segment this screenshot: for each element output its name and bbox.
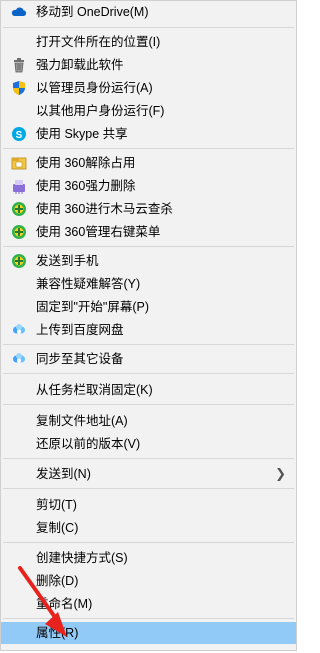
menu-item-label: 以管理员身份运行(A) (36, 81, 153, 95)
menu-separator (3, 27, 294, 28)
skype-icon: S (12, 127, 26, 141)
admin-shield-icon (13, 81, 25, 95)
menu-item-rename[interactable]: 重命名(M) (1, 593, 296, 615)
menu-item-label: 剪切(T) (36, 498, 77, 512)
menu-item-label: 重命名(M) (36, 597, 93, 611)
menu-item-label: 兼容性疑难解答(Y) (36, 277, 141, 291)
menu-item-label: 发送到(N) (36, 467, 91, 481)
menu-item-force-uninstall[interactable]: 强力卸载此软件 (1, 54, 296, 76)
menu-item-label: 强力卸载此软件 (36, 58, 124, 72)
menu-item-run-as-admin[interactable]: 以管理员身份运行(A) (1, 77, 296, 99)
menu-item-unpin-taskbar[interactable]: 从任务栏取消固定(K) (1, 379, 296, 401)
menu-separator (3, 458, 294, 459)
menu-item-label: 创建快捷方式(S) (36, 551, 128, 565)
menu-separator (3, 542, 294, 543)
menu-item-label: 使用 360强力删除 (36, 179, 136, 193)
360-shred-icon (13, 180, 25, 194)
menu-separator (3, 344, 294, 345)
menu-item-sync-device[interactable]: 同步至其它设备 (1, 348, 296, 370)
menu-item-skype-share[interactable]: S 使用 Skype 共享 (1, 123, 296, 145)
menu-item-cut[interactable]: 剪切(T) (1, 494, 296, 516)
baidu-netdisk-icon (13, 324, 25, 334)
menu-item-label: 使用 360管理右键菜单 (36, 225, 161, 239)
menu-item-move-to-onedrive[interactable]: 移动到 OneDrive(M) (1, 1, 296, 23)
menu-item-label: 移动到 OneDrive(M) (36, 5, 149, 19)
menu-item-360-unlock[interactable]: 使用 360解除占用 (1, 152, 296, 174)
uninstall-trash-icon (14, 58, 24, 73)
menu-item-label: 复制(C) (36, 521, 79, 535)
menu-item-label: 发送到手机 (36, 254, 99, 268)
menu-item-pin-to-start[interactable]: 固定到"开始"屏幕(P) (1, 296, 296, 318)
menu-item-label: 使用 Skype 共享 (36, 127, 128, 141)
menu-item-send-to-phone[interactable]: 发送到手机 (1, 250, 296, 272)
menu-item-copy-path[interactable]: 复制文件地址(A) (1, 410, 296, 432)
menu-item-run-as-other-user[interactable]: 以其他用户身份运行(F) (1, 100, 296, 122)
menu-separator (3, 148, 294, 149)
menu-item-label: 从任务栏取消固定(K) (36, 383, 153, 397)
menu-item-label: 以其他用户身份运行(F) (36, 104, 165, 118)
chevron-right-icon: ❯ (275, 466, 286, 481)
menu-item-360-trojan-scan[interactable]: 使用 360进行木马云查杀 (1, 198, 296, 220)
360-antivirus-icon (12, 225, 26, 239)
360-antivirus-icon (12, 202, 26, 216)
menu-item-360-shred[interactable]: 使用 360强力删除 (1, 175, 296, 197)
menu-item-label: 上传到百度网盘 (36, 323, 124, 337)
menu-item-open-file-location[interactable]: 打开文件所在的位置(I) (1, 31, 296, 53)
menu-item-label: 使用 360解除占用 (36, 156, 136, 170)
menu-item-label: 固定到"开始"屏幕(P) (36, 300, 150, 314)
svg-text:S: S (16, 130, 23, 141)
menu-item-create-shortcut[interactable]: 创建快捷方式(S) (1, 547, 296, 569)
menu-item-properties[interactable]: 属性(R) (1, 622, 296, 644)
menu-separator (3, 488, 294, 489)
context-menu: 移动到 OneDrive(M) 打开文件所在的位置(I) 强力卸载此软件 以管理… (0, 0, 297, 651)
menu-item-delete[interactable]: 删除(D) (1, 570, 296, 592)
menu-item-label: 使用 360进行木马云查杀 (36, 202, 173, 216)
menu-separator (3, 246, 294, 247)
onedrive-cloud-icon (11, 7, 27, 17)
menu-item-label: 属性(R) (36, 626, 79, 640)
menu-item-360-manage-menu[interactable]: 使用 360管理右键菜单 (1, 221, 296, 243)
menu-item-upload-baidu[interactable]: 上传到百度网盘 (1, 319, 296, 341)
menu-separator (3, 618, 294, 619)
menu-item-label: 还原以前的版本(V) (36, 437, 141, 451)
menu-item-restore-versions[interactable]: 还原以前的版本(V) (1, 433, 296, 455)
menu-item-label: 打开文件所在的位置(I) (36, 35, 161, 49)
menu-separator (3, 373, 294, 374)
menu-item-compatibility[interactable]: 兼容性疑难解答(Y) (1, 273, 296, 295)
menu-item-copy[interactable]: 复制(C) (1, 517, 296, 539)
menu-item-label: 删除(D) (36, 574, 79, 588)
menu-item-send-to[interactable]: 发送到(N) ❯ (1, 463, 296, 485)
360-antivirus-icon (12, 254, 26, 268)
menu-separator (3, 404, 294, 405)
menu-item-label: 同步至其它设备 (36, 352, 124, 366)
menu-item-label: 复制文件地址(A) (36, 414, 128, 428)
360-unlock-icon (11, 157, 27, 170)
baidu-netdisk-icon (13, 353, 25, 363)
